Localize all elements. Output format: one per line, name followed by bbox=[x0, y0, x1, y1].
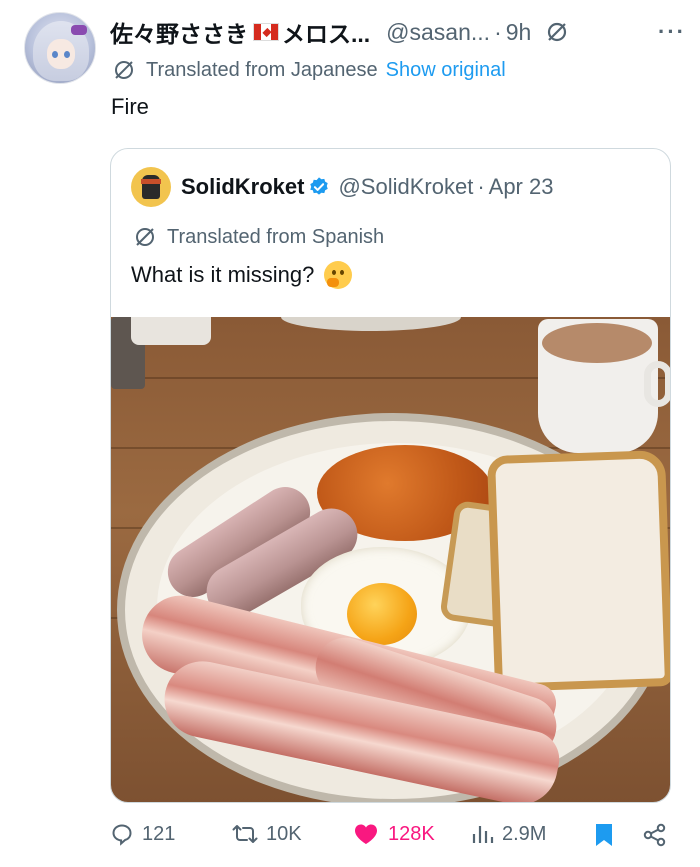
like-button[interactable]: 128K bbox=[352, 822, 435, 846]
egg-yolk bbox=[347, 583, 417, 645]
toast bbox=[486, 449, 670, 693]
translation-label: Translated from Japanese bbox=[146, 58, 378, 81]
quote-handle[interactable]: @SolidKroket bbox=[338, 174, 473, 200]
translate-icon bbox=[136, 228, 154, 246]
show-original-link[interactable]: Show original bbox=[386, 59, 506, 82]
thinking-face-icon bbox=[324, 261, 353, 289]
view-count: 2.9M bbox=[502, 822, 547, 845]
quote-translation-row: Translated from Spanish bbox=[133, 225, 384, 249]
views-button[interactable]: 2.9M bbox=[470, 822, 546, 846]
more-icon[interactable]: ··· bbox=[658, 19, 686, 45]
quote-text: What is it missing? bbox=[131, 262, 315, 287]
small-cup bbox=[131, 317, 211, 345]
quote-display-name[interactable]: SolidKroket bbox=[181, 174, 304, 200]
quote-translation-label: Translated from Spanish bbox=[167, 225, 385, 248]
breakfast-photo[interactable] bbox=[111, 317, 670, 802]
separator-dot: · bbox=[494, 18, 502, 45]
author-avatar[interactable] bbox=[24, 12, 96, 84]
quote-text-row: What is it missing? bbox=[131, 261, 353, 289]
retweet-icon bbox=[232, 825, 258, 843]
tweet-header: 佐々野ささき メロス... @sasan... · 9h ··· bbox=[110, 14, 686, 50]
quote-date[interactable]: Apr 23 bbox=[489, 174, 554, 200]
bookmark-button[interactable] bbox=[593, 822, 623, 848]
like-icon bbox=[355, 824, 377, 844]
tweet-text: Fire bbox=[111, 94, 149, 119]
tweet-time[interactable]: 9h bbox=[506, 19, 532, 46]
quote-avatar[interactable] bbox=[131, 167, 171, 207]
avatar-eye bbox=[52, 51, 58, 58]
share-icon bbox=[643, 823, 666, 847]
coffee bbox=[542, 323, 652, 363]
views-icon bbox=[472, 826, 494, 843]
quote-header: SolidKroket @SolidKroket · Apr 23 bbox=[131, 167, 553, 207]
reply-count: 121 bbox=[142, 822, 176, 845]
author-name-suffix: メロス... bbox=[282, 21, 371, 47]
mug-handle bbox=[644, 361, 670, 407]
background-plate bbox=[281, 317, 461, 331]
reply-button[interactable]: 121 bbox=[110, 822, 175, 846]
grok-icon[interactable] bbox=[545, 20, 569, 44]
action-bar: 121 10K 128K 2.9M bbox=[0, 812, 700, 862]
like-count: 128K bbox=[388, 822, 435, 845]
canada-flag-icon bbox=[253, 23, 279, 41]
reply-icon bbox=[112, 824, 132, 846]
share-button[interactable] bbox=[642, 822, 676, 848]
author-display-name[interactable]: 佐々野ささき メロス... bbox=[110, 15, 370, 49]
verified-icon bbox=[310, 177, 329, 195]
bookmark-icon bbox=[596, 824, 612, 846]
avatar-eye bbox=[64, 51, 70, 58]
retweet-count: 10K bbox=[266, 822, 302, 845]
author-name-text: 佐々野ささき bbox=[110, 21, 248, 47]
separator-dot: · bbox=[477, 174, 485, 199]
retweet-button[interactable]: 10K bbox=[232, 822, 302, 846]
translation-row: Translated from Japanese Show original bbox=[112, 58, 506, 82]
translate-icon bbox=[115, 61, 133, 79]
author-handle[interactable]: @sasan... bbox=[386, 19, 490, 46]
quoted-tweet-card[interactable]: SolidKroket @SolidKroket · Apr 23 Transl… bbox=[110, 148, 671, 803]
avatar-bow bbox=[71, 25, 87, 35]
